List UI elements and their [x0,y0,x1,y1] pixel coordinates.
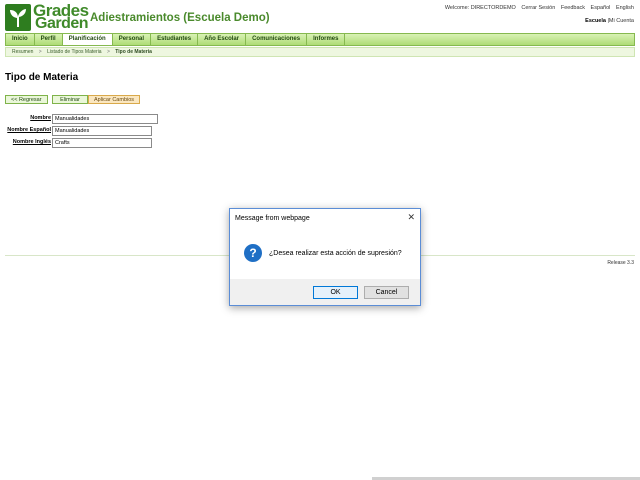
breadcrumb-listado[interactable]: Listado de Tipos Materia [47,49,101,55]
dialog-message: ¿Desea realizar esta acción de supresión… [269,250,402,257]
logout-link[interactable]: Cerrar Sesión [521,5,555,11]
app-title: Adiestramientos (Escuela Demo) [90,12,270,24]
confirm-dialog: Message from webpage ✕ ? ¿Desea realizar… [229,208,421,306]
nav-informes[interactable]: Informes [307,34,346,45]
brand-name-line2: Garden [35,15,89,32]
english-name-label: Nombre Inglés [12,139,51,145]
sprout-icon [5,4,31,31]
welcome-text: Welcome: DIRECTORDEMO [444,5,516,11]
account-link[interactable]: Mi Cuenta [609,18,634,24]
breadcrumb: Resumen > Listado de Tipos Materia > Tip… [5,47,635,57]
nav-planificacion[interactable]: Planificación [62,34,113,45]
dialog-footer: OK Cancel [230,279,420,305]
name-input[interactable]: Manualidades [52,114,158,124]
breadcrumb-resumen[interactable]: Resumen [12,49,33,55]
breadcrumb-separator: > [38,49,42,55]
main-nav: Inicio Perfil Planificación Personal Est… [5,33,635,46]
dialog-title: Message from webpage [235,215,310,222]
feedback-link[interactable]: Feedback [561,5,585,11]
breadcrumb-current: Tipo de Materia [115,49,152,55]
release-label: Release 3.3 [607,260,634,266]
delete-button[interactable]: Eliminar [52,95,88,104]
nav-ano-escolar[interactable]: Año Escolar [198,34,247,45]
nav-comunicaciones[interactable]: Comunicaciones [246,34,308,45]
question-icon: ? [244,244,262,262]
top-links: Welcome: DIRECTORDEMO Cerrar Sesión Feed… [441,5,634,11]
spanish-name-input[interactable]: Manualidades [52,126,152,136]
english-name-input[interactable]: Crafts [52,138,152,148]
nav-personal[interactable]: Personal [113,34,152,45]
nav-estudiantes[interactable]: Estudiantes [151,34,199,45]
cancel-button[interactable]: Cancel [364,286,409,299]
brand-logo[interactable]: Grades Garden [5,2,89,32]
school-link[interactable]: Escuela [585,18,606,24]
name-label: Nombre [30,115,51,121]
nav-perfil[interactable]: Perfil [35,34,63,45]
spanish-link[interactable]: Español [591,5,611,11]
back-button[interactable]: << Regresar [5,95,48,104]
ok-button[interactable]: OK [313,286,358,299]
page-title: Tipo de Materia [5,72,79,83]
close-icon[interactable]: ✕ [407,212,415,223]
school-links: Escuela |Mi Cuenta [585,18,634,24]
breadcrumb-separator: > [106,49,110,55]
apply-changes-button[interactable]: Aplicar Cambios [88,95,141,104]
spanish-name-label: Nombre Español [7,127,51,133]
english-link[interactable]: English [616,5,634,11]
nav-inicio[interactable]: Inicio [6,34,35,45]
